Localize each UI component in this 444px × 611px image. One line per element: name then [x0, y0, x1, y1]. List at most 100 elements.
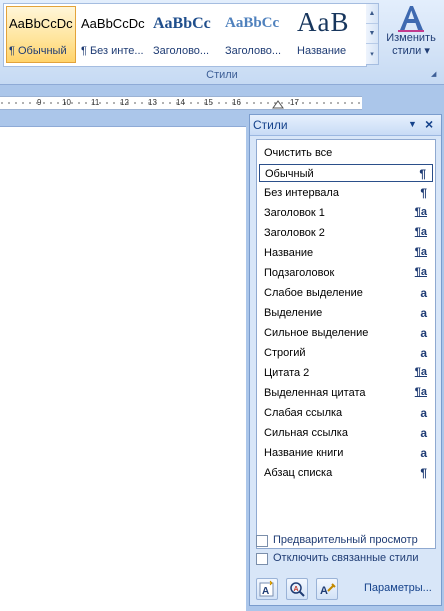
paragraph-style-icon: ¶	[420, 186, 427, 200]
styles-pane-title: Стили	[253, 118, 288, 132]
change-styles-icon	[394, 4, 428, 32]
style-item-label: Сильная ссылка	[264, 427, 348, 439]
ruler-number: 16	[232, 98, 241, 107]
style-item-subtle-reference[interactable]: Слабая ссылка a	[259, 404, 433, 422]
style-item-label: Название книги	[264, 447, 344, 459]
style-item-intense-quote[interactable]: Выделенная цитата ¶a	[259, 384, 433, 402]
gallery-more-button[interactable]: ▾	[366, 44, 378, 64]
horizontal-ruler[interactable]: 9 10 11 12 13 14 15 16 17	[0, 96, 362, 110]
manage-styles-icon: A	[320, 583, 336, 597]
style-inspector-icon: A	[290, 582, 305, 597]
style-item-list-paragraph[interactable]: Абзац списка ¶	[259, 464, 433, 482]
quick-style-heading-2[interactable]: AaBbCc Заголово...	[222, 6, 292, 63]
character-style-icon: a	[420, 346, 427, 360]
quick-style-heading-1[interactable]: AaBbCc Заголово...	[150, 6, 220, 63]
style-item-label: Сильное выделение	[264, 327, 369, 339]
paragraph-style-icon: ¶	[420, 466, 427, 480]
styles-pane: Стили ▼ × Очистить все Обычный ¶ Без инт…	[249, 114, 442, 606]
paragraph-style-icon: ¶	[419, 167, 426, 181]
ruler-number: 15	[204, 98, 213, 107]
style-item-label: Выделение	[264, 307, 323, 319]
quick-styles-gallery: AaBbCcDc ¶ Обычный AaBbCcDc ¶ Без инте..…	[3, 3, 367, 67]
character-style-icon: a	[420, 326, 427, 340]
style-inspector-button[interactable]: A	[286, 578, 308, 600]
document-page[interactable]	[0, 126, 246, 611]
dialog-launcher-icon[interactable]: ◢	[431, 71, 439, 79]
quick-style-normal[interactable]: AaBbCcDc ¶ Обычный	[6, 6, 76, 63]
linked-style-icon: ¶a	[414, 366, 427, 378]
quick-style-sample: AaB	[297, 7, 350, 37]
style-item-label: Обычный	[265, 168, 314, 180]
style-list: Очистить все Обычный ¶ Без интервала ¶ З…	[256, 139, 436, 549]
character-style-icon: a	[420, 426, 427, 440]
style-item-label: Название	[264, 247, 314, 259]
style-item-clear-all[interactable]: Очистить все	[259, 144, 433, 162]
styles-pane-header: Стили ▼ ×	[250, 115, 441, 136]
style-item-emphasis[interactable]: Выделение a	[259, 304, 433, 322]
ribbon-styles-group: AaBbCcDc ¶ Обычный AaBbCcDc ¶ Без инте..…	[0, 0, 444, 85]
style-item-label: Цитата 2	[264, 367, 310, 379]
character-style-icon: a	[420, 446, 427, 460]
svg-text:A: A	[262, 586, 269, 597]
style-item-label: Заголовок 2	[264, 227, 325, 239]
change-styles-button[interactable]: Изменить стили ▾	[382, 4, 440, 66]
close-icon[interactable]: ×	[425, 116, 433, 132]
quick-style-no-spacing[interactable]: AaBbCcDc ¶ Без инте...	[78, 6, 148, 63]
style-item-title[interactable]: Название ¶a	[259, 244, 433, 262]
new-style-icon: A	[259, 580, 274, 597]
svg-text:A: A	[294, 586, 299, 593]
checkbox-label: Предварительный просмотр	[273, 534, 418, 546]
quick-style-title[interactable]: AaB Название	[294, 6, 364, 63]
linked-style-icon: ¶a	[414, 266, 427, 278]
gallery-scrollbar: ▲ ▼ ▾	[366, 3, 379, 65]
ruler-number: 17	[290, 98, 299, 107]
style-item-label: Очистить все	[264, 147, 333, 159]
style-item-label: Без интервала	[264, 187, 339, 199]
style-item-label: Заголовок 1	[264, 207, 325, 219]
right-indent-marker-icon[interactable]	[272, 97, 284, 109]
quick-style-sample: AaBbCcDc	[9, 16, 73, 31]
style-item-heading-1[interactable]: Заголовок 1 ¶a	[259, 204, 433, 222]
style-item-heading-2[interactable]: Заголовок 2 ¶a	[259, 224, 433, 242]
style-item-subtitle[interactable]: Подзаголовок ¶a	[259, 264, 433, 282]
quick-style-caption: ¶ Без инте...	[81, 45, 144, 57]
quick-style-sample: AaBbCc	[225, 15, 280, 31]
pane-options-dropdown-icon[interactable]: ▼	[408, 119, 417, 129]
ruler-number: 10	[62, 98, 71, 107]
linked-style-icon: ¶a	[414, 226, 427, 238]
manage-styles-button[interactable]: A	[316, 578, 338, 600]
style-item-label: Выделенная цитата	[264, 387, 366, 399]
quick-style-sample: AaBbCcDc	[81, 16, 145, 31]
gallery-scroll-down-button[interactable]: ▼	[366, 24, 378, 44]
svg-text:A: A	[320, 585, 328, 597]
style-item-intense-emphasis[interactable]: Сильное выделение a	[259, 324, 433, 342]
style-item-label: Подзаголовок	[264, 267, 335, 279]
ruler-number: 9	[37, 98, 42, 107]
style-item-intense-reference[interactable]: Сильная ссылка a	[259, 424, 433, 442]
style-pane-options-link[interactable]: Параметры...	[364, 582, 432, 594]
quick-style-caption: ¶ Обычный	[9, 45, 67, 57]
style-item-label: Строгий	[264, 347, 306, 359]
linked-style-icon: ¶a	[414, 386, 427, 398]
style-item-normal[interactable]: Обычный ¶	[259, 164, 433, 182]
ruler-number: 11	[91, 98, 100, 107]
ruler-number: 13	[148, 98, 157, 107]
style-item-subtle-emphasis[interactable]: Слабое выделение a	[259, 284, 433, 302]
change-styles-label: Изменить	[386, 32, 436, 44]
style-item-quote-2[interactable]: Цитата 2 ¶a	[259, 364, 433, 382]
quick-style-caption: Заголово...	[225, 45, 282, 57]
style-item-book-title[interactable]: Название книги a	[259, 444, 433, 462]
linked-style-icon: ¶a	[414, 246, 427, 258]
quick-style-sample: AaBbCc	[153, 15, 211, 32]
style-item-label: Слабая ссылка	[264, 407, 343, 419]
character-style-icon: a	[420, 406, 427, 420]
style-item-strong[interactable]: Строгий a	[259, 344, 433, 362]
gallery-scroll-up-button[interactable]: ▲	[366, 4, 378, 24]
character-style-icon: a	[420, 306, 427, 320]
checkbox-box[interactable]	[256, 535, 268, 547]
new-style-button[interactable]: A	[256, 578, 278, 600]
quick-style-caption: Заголово...	[153, 45, 210, 57]
checkbox-box[interactable]	[256, 553, 268, 565]
ruler-number: 14	[176, 98, 185, 107]
style-item-no-spacing[interactable]: Без интервала ¶	[259, 184, 433, 202]
